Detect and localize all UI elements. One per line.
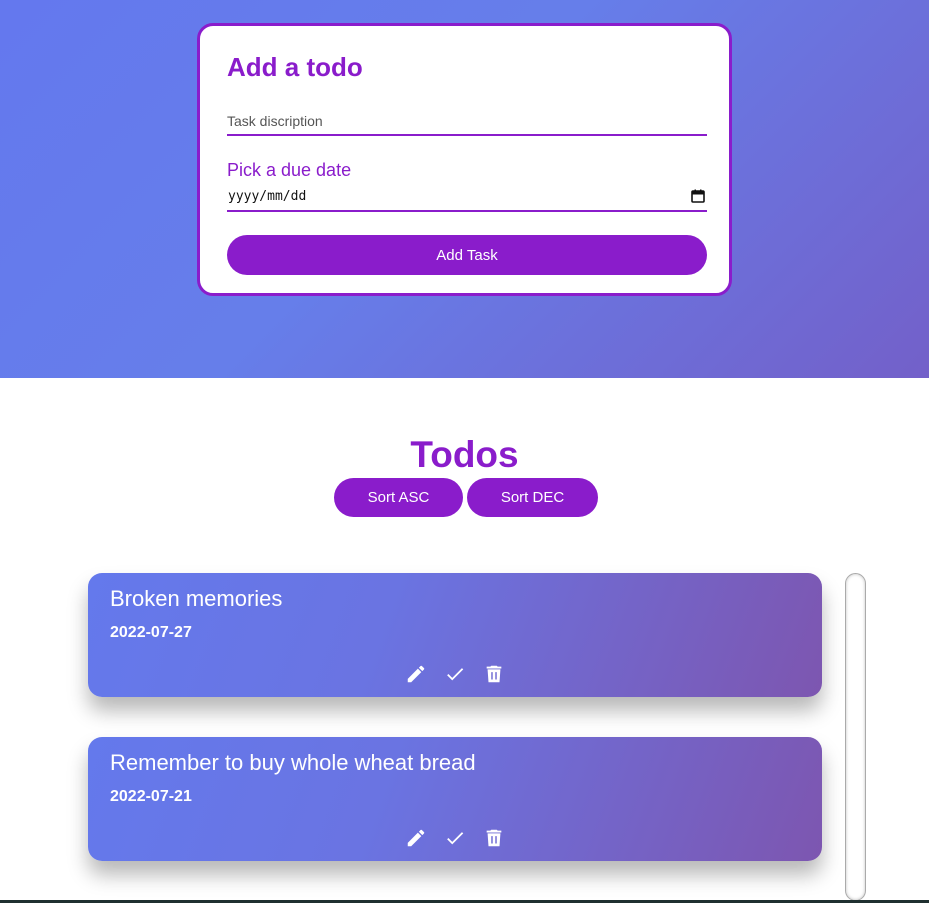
todo-card: Broken memories 2022-07-27 <box>88 573 822 697</box>
trash-icon[interactable] <box>483 663 505 685</box>
trash-icon[interactable] <box>483 827 505 849</box>
add-task-button[interactable]: Add Task <box>227 235 707 275</box>
todo-title: Remember to buy whole wheat bread <box>110 750 476 775</box>
todos-heading: Todos <box>410 434 519 475</box>
todo-actions <box>405 663 505 685</box>
pencil-icon[interactable] <box>405 663 427 685</box>
form-title: Add a todo <box>227 52 363 82</box>
pencil-icon[interactable] <box>405 827 427 849</box>
calendar-icon[interactable] <box>691 189 705 203</box>
due-date-input[interactable]: yyyy/mm/dd <box>227 186 707 212</box>
date-placeholder: yyyy/mm/dd <box>228 189 307 204</box>
due-date-label: Pick a due date <box>227 160 352 180</box>
check-icon[interactable] <box>444 663 466 685</box>
todo-actions <box>405 827 505 849</box>
sort-asc-button[interactable]: Sort ASC <box>334 478 463 517</box>
todo-due-date: 2022-07-21 <box>110 788 192 805</box>
todo-title: Broken memories <box>110 586 283 611</box>
add-todo-form: Add a todo Pick a due date yyyy/mm/dd Ad… <box>197 23 732 296</box>
task-description-input[interactable] <box>227 108 707 136</box>
todo-card: Remember to buy whole wheat bread 2022-0… <box>88 737 822 861</box>
hero-banner: Add a todo Pick a due date yyyy/mm/dd Ad… <box>0 0 929 378</box>
todo-due-date: 2022-07-27 <box>110 624 192 641</box>
todo-list-scrollbar[interactable] <box>845 573 866 901</box>
check-icon[interactable] <box>444 827 466 849</box>
sort-dec-button[interactable]: Sort DEC <box>467 478 598 517</box>
